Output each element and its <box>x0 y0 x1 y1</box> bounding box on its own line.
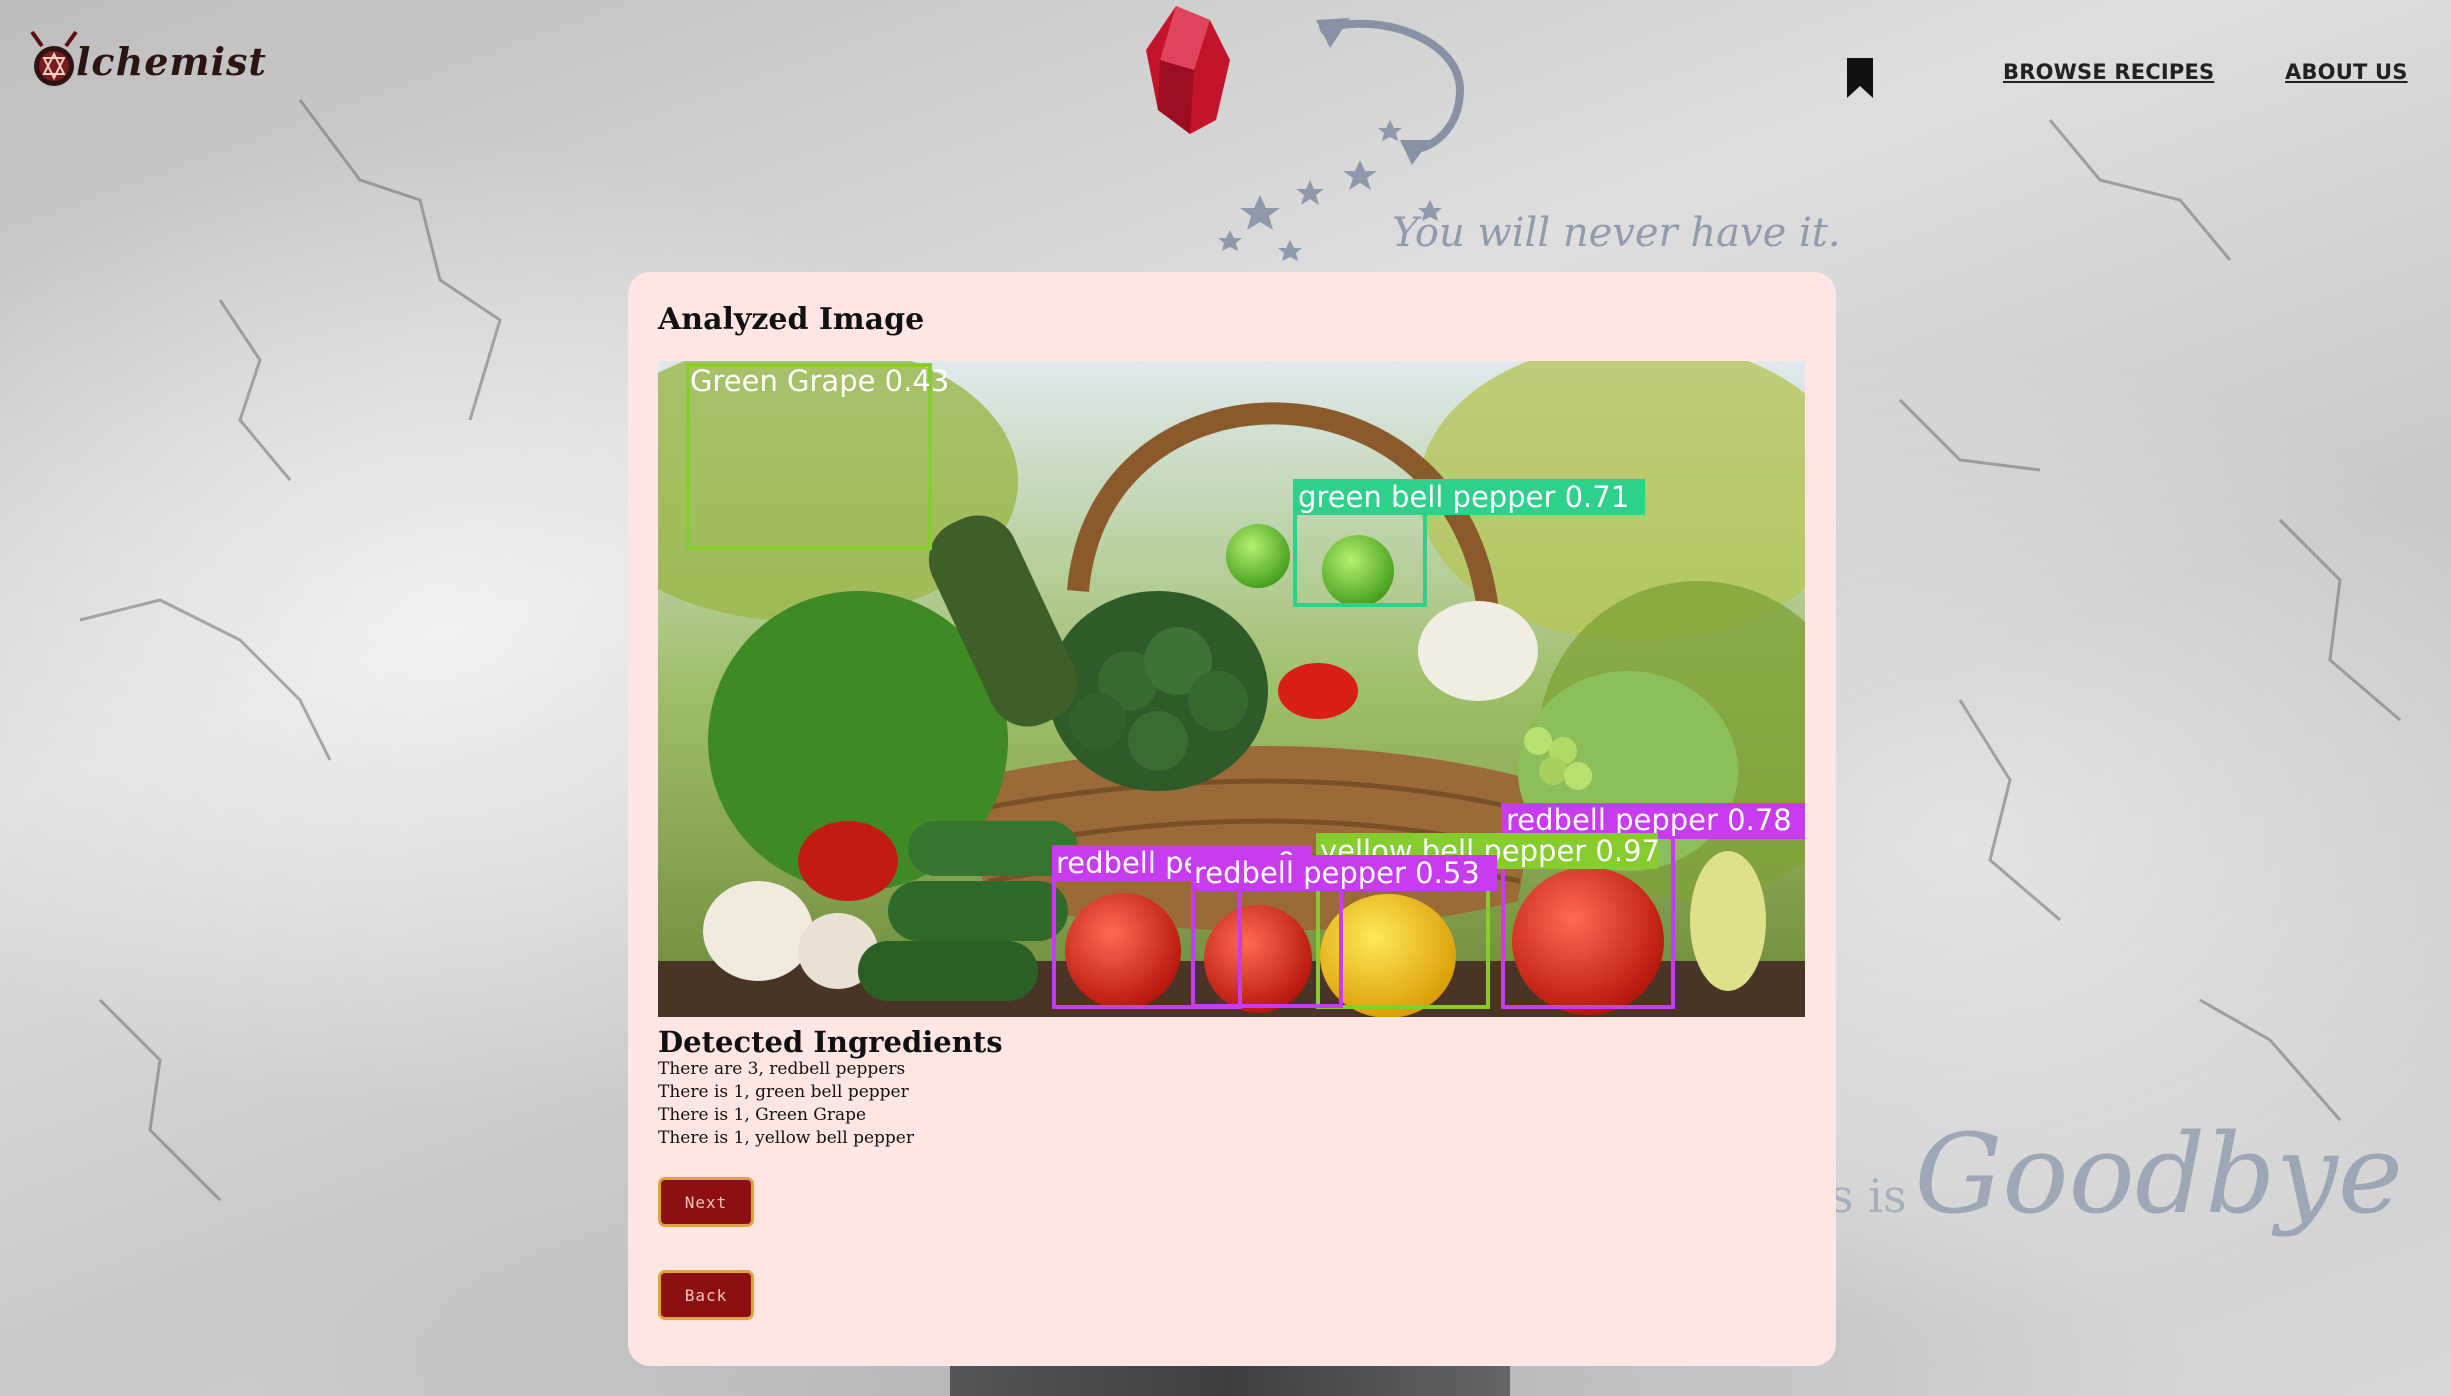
nav-browse-recipes[interactable]: BROWSE RECIPES <box>2003 60 2214 84</box>
detected-ingredients-title: Detected Ingredients <box>658 1025 1003 1059</box>
tagline: You will never have it. <box>1392 210 1841 256</box>
card-title: Analyzed Image <box>658 302 925 337</box>
alchemy-logo-icon <box>30 30 78 86</box>
detection-label: green bell pepper 0.71 <box>1298 480 1629 514</box>
analyzed-image: Green Grape 0.43 green bell pepper 0.71 … <box>658 361 1805 1017</box>
bookmark-icon[interactable] <box>1847 58 1873 98</box>
list-item: There is 1, Green Grape <box>658 1105 867 1125</box>
logo-text: lchemist <box>76 38 267 84</box>
bottom-shadow <box>950 1366 1510 1396</box>
back-button[interactable]: Back <box>658 1270 754 1320</box>
nav-about-us[interactable]: ABOUT US <box>2285 60 2408 84</box>
detection-label: redbell pepper 0.78 <box>1506 803 1792 837</box>
detection-label: Green Grape 0.43 <box>690 364 949 398</box>
next-button[interactable]: Next <box>658 1177 754 1227</box>
list-item: There is 1, green bell pepper <box>658 1082 909 1102</box>
detection-label: redbell pepper 0.53 <box>1194 856 1480 890</box>
ingredient-list: There are 3, redbell peppers There is 1,… <box>658 1058 914 1150</box>
goodbye-script: s isGoodbye <box>1830 1110 2403 1238</box>
list-item: There are 3, redbell peppers <box>658 1059 906 1079</box>
analysis-card: Analyzed Image Green Grape 0.43 green be… <box>628 272 1836 1366</box>
list-item: There is 1, yellow bell pepper <box>658 1128 914 1148</box>
site-logo[interactable]: lchemist <box>26 24 267 94</box>
